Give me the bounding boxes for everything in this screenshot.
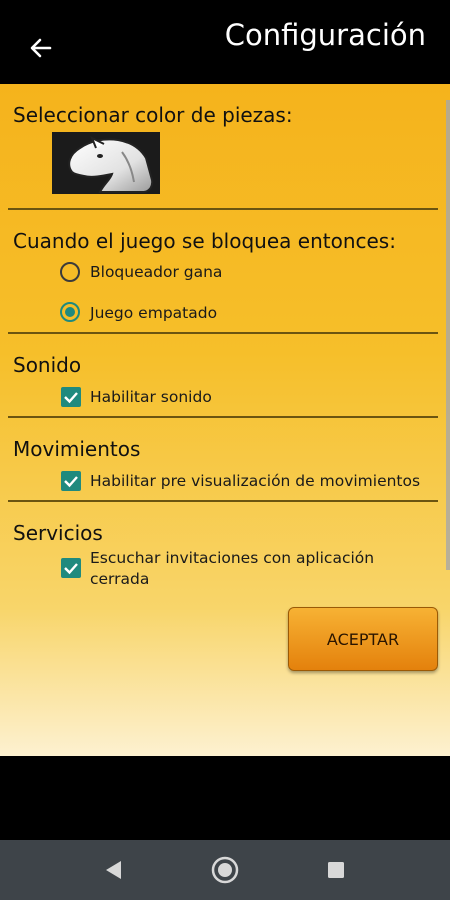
divider	[8, 500, 438, 502]
page-title: Configuración	[224, 18, 426, 52]
moves-checkbox-label: Habilitar pre visualización de movimient…	[90, 472, 421, 490]
home-circle-icon[interactable]	[211, 856, 239, 884]
checkmark-icon	[64, 563, 78, 575]
recents-square-icon[interactable]	[326, 860, 346, 880]
divider	[8, 416, 438, 418]
app-bar: Configuración	[0, 0, 450, 84]
back-triangle-icon[interactable]	[103, 859, 123, 881]
radio-blocker-wins[interactable]	[60, 262, 80, 282]
services-checkbox-label-line2: cerrada	[90, 570, 150, 588]
checkmark-icon	[64, 392, 78, 404]
scrollbar[interactable]	[446, 100, 450, 570]
arrow-left-icon[interactable]	[26, 33, 56, 63]
bottom-band	[0, 756, 450, 840]
divider	[8, 332, 438, 334]
system-nav-bar	[0, 840, 450, 900]
white-knight-icon[interactable]	[52, 132, 160, 194]
services-checkbox[interactable]	[61, 558, 81, 578]
piece-color-title: Seleccionar color de piezas:	[13, 103, 293, 127]
accept-button[interactable]: ACEPTAR	[288, 607, 438, 671]
sound-title: Sonido	[13, 353, 82, 377]
radio-game-tied[interactable]	[60, 302, 80, 322]
sound-checkbox-label: Habilitar sonido	[90, 388, 212, 406]
radio-label-blocker-wins: Bloqueador gana	[90, 263, 223, 281]
divider	[8, 208, 438, 210]
checkmark-icon	[64, 476, 78, 488]
blocked-title: Cuando el juego se bloquea entonces:	[13, 229, 396, 253]
moves-checkbox[interactable]	[61, 471, 81, 491]
services-title: Servicios	[13, 521, 103, 545]
radio-label-game-tied: Juego empatado	[90, 304, 218, 322]
sound-checkbox[interactable]	[61, 387, 81, 407]
accept-button-label: ACEPTAR	[326, 629, 400, 649]
services-checkbox-label-line1: Escuchar invitaciones con aplicación	[90, 549, 375, 567]
moves-title: Movimientos	[13, 437, 141, 461]
